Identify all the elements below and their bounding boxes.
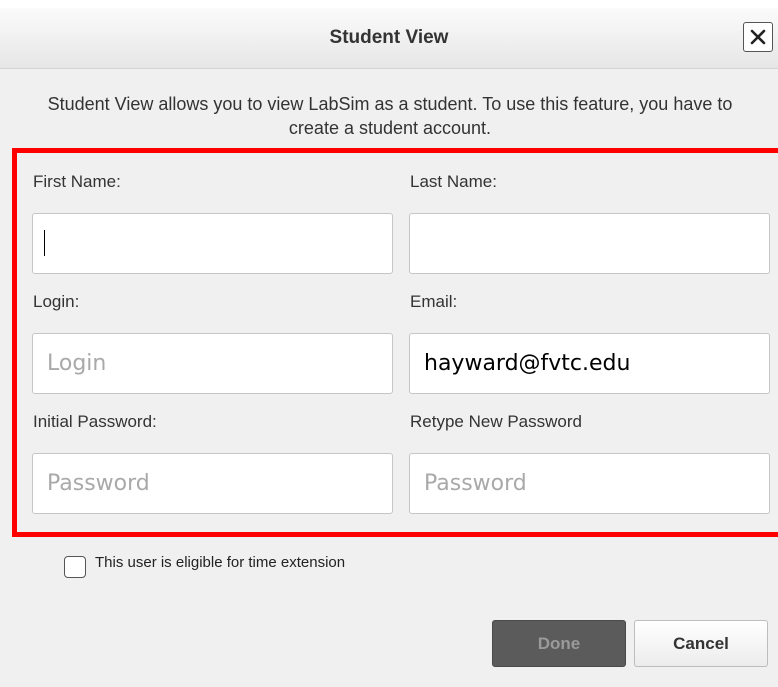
dialog-title: Student View bbox=[329, 27, 449, 48]
retype-password-input[interactable] bbox=[409, 453, 770, 514]
cancel-button[interactable]: Cancel bbox=[634, 620, 768, 667]
time-extension-checkbox[interactable] bbox=[64, 556, 86, 578]
dialog-titlebar: Student View bbox=[0, 8, 778, 69]
email-label: Email: bbox=[410, 292, 458, 311]
last-name-input[interactable] bbox=[409, 213, 770, 274]
initial-password-label: Initial Password: bbox=[33, 412, 157, 431]
retype-password-label: Retype New Password bbox=[410, 412, 582, 431]
text-caret bbox=[44, 230, 45, 256]
time-extension-label[interactable]: This user is eligible for time extension bbox=[95, 554, 345, 571]
last-name-label: Last Name: bbox=[410, 172, 497, 191]
first-name-input[interactable] bbox=[32, 213, 393, 274]
email-input[interactable] bbox=[409, 333, 770, 394]
login-input[interactable] bbox=[32, 333, 393, 394]
close-button[interactable] bbox=[743, 22, 773, 52]
initial-password-input[interactable] bbox=[32, 453, 393, 514]
done-button[interactable]: Done bbox=[492, 620, 626, 667]
close-icon bbox=[750, 29, 766, 45]
dialog-description: Student View allows you to view LabSim a… bbox=[47, 94, 733, 138]
first-name-field-wrap bbox=[32, 213, 393, 274]
first-name-label: First Name: bbox=[33, 172, 121, 191]
login-label: Login: bbox=[33, 292, 80, 311]
student-view-dialog: Student View Student View allows you to … bbox=[0, 8, 778, 687]
